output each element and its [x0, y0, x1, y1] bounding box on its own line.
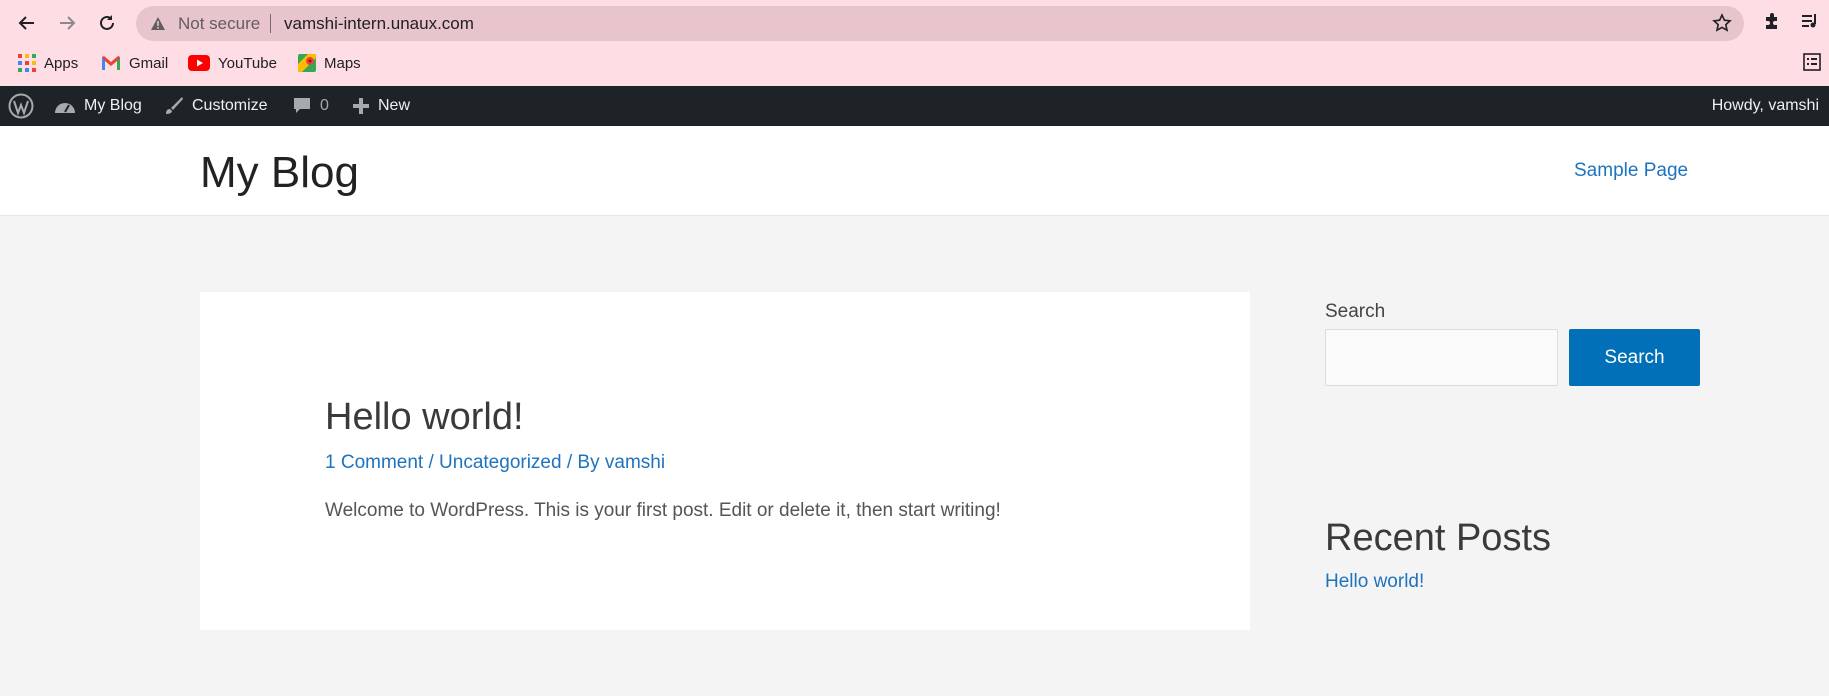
by-label: By — [577, 452, 605, 473]
howdy-greeting: Howdy, vamshi — [1711, 97, 1819, 114]
plus-icon — [353, 98, 369, 114]
new-label: New — [378, 97, 411, 114]
media-control-icon[interactable] — [1800, 11, 1820, 31]
browser-chrome: Not secure vamshi-intern.unaux.com Apps … — [0, 0, 1829, 86]
wp-logo-button[interactable] — [8, 86, 34, 126]
post-card: Hello world! 1 Comment / Uncategorized /… — [200, 292, 1250, 630]
search-input[interactable] — [1325, 329, 1558, 386]
customize-label: Customize — [192, 97, 268, 114]
bookmarks-bar: Apps Gmail YouTube Maps — [0, 50, 1829, 76]
category-link[interactable]: Uncategorized — [439, 452, 562, 473]
extensions-icon[interactable] — [1762, 11, 1782, 31]
bookmark-label: Apps — [44, 54, 79, 72]
reading-list-icon[interactable] — [1803, 53, 1821, 71]
comments-link[interactable]: 1 Comment — [325, 452, 423, 473]
bookmark-star-icon[interactable] — [1712, 13, 1732, 33]
post-title[interactable]: Hello world! — [325, 396, 524, 439]
bookmark-apps[interactable]: Apps — [18, 50, 78, 76]
warning-icon — [151, 17, 165, 30]
comments-count: 0 — [320, 97, 329, 114]
forward-button[interactable] — [52, 8, 82, 38]
back-arrow-icon — [18, 16, 34, 30]
comment-bubble-icon — [294, 98, 310, 113]
reload-icon — [100, 15, 114, 30]
dashboard-gauge-icon — [55, 103, 75, 113]
security-status[interactable]: Not secure — [178, 14, 260, 34]
search-widget-label: Search — [1325, 301, 1386, 322]
youtube-icon — [188, 55, 210, 71]
menu-item-sample-page[interactable]: Sample Page — [1574, 160, 1688, 182]
site-name-label: My Blog — [84, 97, 142, 114]
site-header: My Blog Sample Page — [0, 126, 1829, 216]
wp-admin-bar: My Blog Customize 0 New Howdy, vamshi — [0, 86, 1829, 126]
meta-separator: / — [423, 452, 440, 473]
bookmark-maps[interactable]: Maps — [298, 50, 361, 76]
admin-bar-new[interactable]: New — [352, 86, 410, 126]
recent-post-link[interactable]: Hello world! — [1325, 571, 1424, 593]
omnibox-divider — [270, 14, 271, 33]
post-meta: 1 Comment / Uncategorized / By vamshi — [325, 452, 665, 474]
apps-grid-icon — [18, 54, 36, 72]
admin-bar-customize[interactable]: Customize — [164, 86, 268, 126]
bookmark-gmail[interactable]: Gmail — [101, 50, 168, 76]
bookmark-label: Maps — [324, 54, 361, 72]
meta-separator: / — [561, 452, 578, 473]
url-text[interactable]: vamshi-intern.unaux.com — [284, 14, 474, 34]
bookmark-youtube[interactable]: YouTube — [188, 50, 277, 76]
gmail-icon — [102, 56, 120, 70]
recent-posts-heading: Recent Posts — [1325, 517, 1551, 559]
search-button[interactable]: Search — [1569, 329, 1700, 386]
bookmark-label: YouTube — [218, 54, 277, 72]
paintbrush-icon — [166, 97, 183, 114]
post-excerpt: Welcome to WordPress. This is your first… — [325, 500, 1001, 521]
wordpress-logo-icon — [8, 93, 34, 119]
admin-bar-account[interactable]: Howdy, vamshi — [1712, 86, 1819, 126]
bookmark-label: Gmail — [129, 54, 169, 72]
admin-bar-comments[interactable]: 0 — [292, 86, 329, 126]
reload-button[interactable] — [92, 8, 122, 38]
maps-icon — [298, 54, 316, 72]
site-title[interactable]: My Blog — [200, 148, 359, 198]
author-link[interactable]: vamshi — [605, 452, 665, 473]
forward-arrow-icon — [60, 16, 76, 30]
address-bar[interactable]: Not secure vamshi-intern.unaux.com — [136, 6, 1744, 41]
back-button[interactable] — [12, 8, 42, 38]
admin-bar-site-name[interactable]: My Blog — [54, 86, 142, 126]
